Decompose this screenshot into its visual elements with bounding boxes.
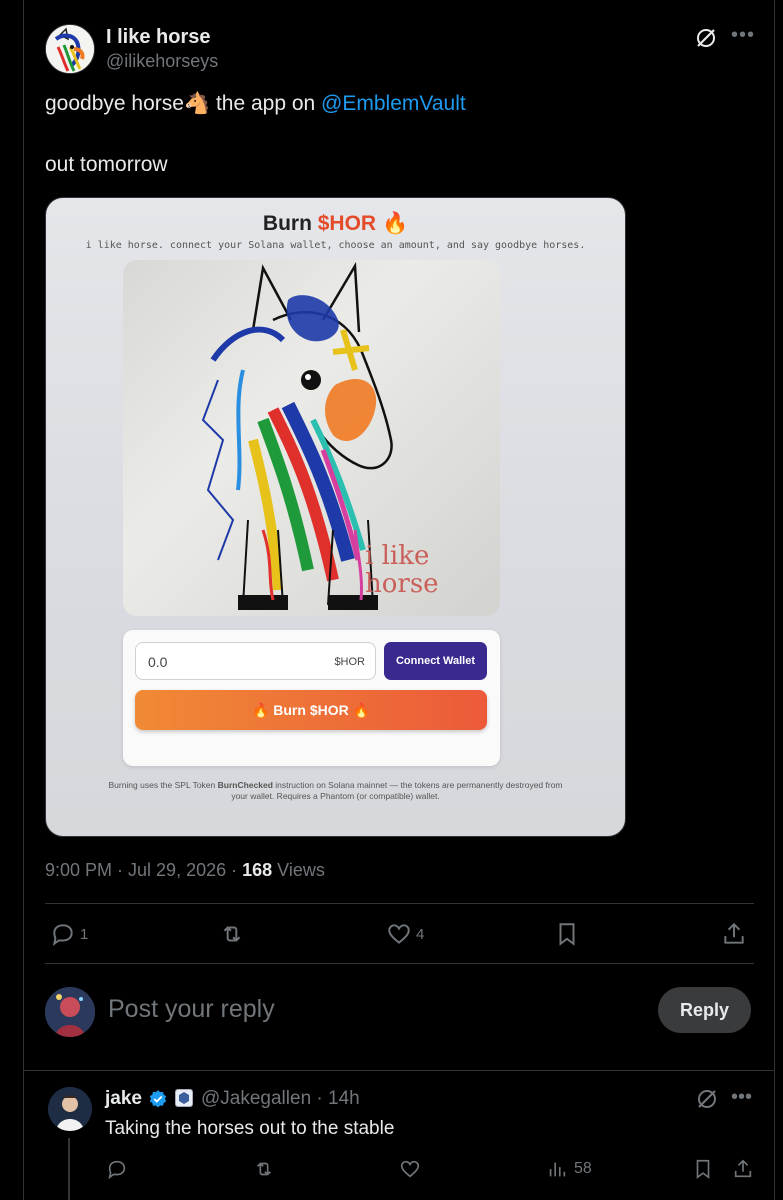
reply-separator xyxy=(23,1070,775,1071)
like-count: 4 xyxy=(416,925,425,943)
reply-share-action[interactable] xyxy=(732,1156,754,1182)
amount-value: 0.0 xyxy=(148,654,168,670)
author-avatar[interactable] xyxy=(45,24,95,74)
share-action[interactable] xyxy=(721,921,747,947)
fine-print-start: Burning uses the SPL Token xyxy=(108,780,218,790)
views-label: Views xyxy=(272,860,325,880)
affiliate-badge-icon xyxy=(175,1089,193,1107)
reply-repost-icon xyxy=(256,1162,272,1176)
reply-input[interactable]: Post your reply xyxy=(108,995,275,1024)
burn-title-token: $HOR xyxy=(317,212,377,235)
art-caption-line1: i like xyxy=(365,541,430,571)
reply-icon xyxy=(52,924,73,947)
reply-like-icon xyxy=(400,1160,420,1178)
reply-repost-action[interactable] xyxy=(253,1156,275,1182)
divider-top xyxy=(45,903,754,904)
views-icon xyxy=(549,1162,566,1177)
views-count: 168 xyxy=(242,860,273,880)
bookmark-action[interactable] xyxy=(554,921,580,947)
reply-text: Taking the horses out to the stable xyxy=(105,1118,395,1139)
like-action[interactable]: 4 xyxy=(386,921,424,947)
divider-bottom xyxy=(45,963,754,964)
post-text-start: goodbye horse xyxy=(45,92,184,115)
reply-views-count: 58 xyxy=(574,1160,592,1177)
bookmark-icon xyxy=(559,923,575,946)
post-media-image[interactable]: Burn $HOR 🔥 i like horse. connect your S… xyxy=(45,197,626,837)
fine-print-bold: BurnChecked xyxy=(217,780,273,790)
like-icon xyxy=(388,924,410,944)
horse-emoji: 🐴 xyxy=(183,92,211,115)
grok-icon[interactable] xyxy=(694,26,718,50)
reply-reply-icon xyxy=(108,1160,126,1180)
verified-icon xyxy=(149,1090,167,1108)
fine-print-end: instruction on Solana mainnet — the toke… xyxy=(231,780,563,801)
thread-line xyxy=(68,1138,70,1200)
reply-bookmark-action[interactable] xyxy=(692,1156,714,1182)
post-metadata: 9:00 PM · Jul 29, 2026 · 168 Views xyxy=(45,860,325,881)
post-text-line1: goodbye horse🐴 the app on @EmblemVault xyxy=(45,92,466,116)
burn-button[interactable]: 🔥 Burn $HOR 🔥 xyxy=(135,690,487,730)
repost-action[interactable] xyxy=(219,921,249,947)
current-user-avatar[interactable] xyxy=(45,987,95,1037)
reply-button[interactable]: Reply xyxy=(658,987,751,1033)
amount-unit: $HOR xyxy=(334,656,365,668)
reply-action[interactable]: 1 xyxy=(50,921,88,947)
reply-author-name[interactable]: jake xyxy=(105,1088,142,1110)
reply-author-handle[interactable]: @Jakegallen · 14h xyxy=(201,1088,360,1110)
reply-like-action[interactable] xyxy=(399,1156,421,1182)
post-timestamp[interactable]: 9:00 PM · Jul 29, 2026 · xyxy=(45,860,242,880)
post-text-middle: the app on xyxy=(210,92,322,115)
fire-emoji: 🔥 xyxy=(381,212,409,235)
fine-print: Burning uses the SPL Token BurnChecked i… xyxy=(106,780,565,802)
connect-wallet-button[interactable]: Connect Wallet xyxy=(384,642,487,680)
art-caption: i like horse xyxy=(365,542,439,598)
reply-bookmark-icon xyxy=(696,1159,710,1179)
reply-author-avatar[interactable] xyxy=(48,1087,92,1131)
author-name[interactable]: I like horse xyxy=(106,26,211,49)
reply-share-icon xyxy=(734,1159,752,1178)
reply-grok-icon[interactable] xyxy=(695,1087,719,1111)
post-text-line2: out tomorrow xyxy=(45,153,168,176)
repost-icon xyxy=(223,926,241,942)
reply-count: 1 xyxy=(80,925,89,943)
burn-title-prefix: Burn xyxy=(262,212,318,235)
share-icon xyxy=(724,922,744,944)
reply-more-icon[interactable]: ••• xyxy=(731,1086,752,1109)
burn-page-title: Burn $HOR 🔥 xyxy=(46,212,625,236)
reply-views-action[interactable]: 58 xyxy=(546,1156,592,1182)
author-handle[interactable]: @ilikehorseys xyxy=(106,51,218,72)
reply-reply-action[interactable] xyxy=(106,1156,128,1182)
burn-page-subtitle: i like horse. connect your Solana wallet… xyxy=(85,240,586,251)
art-caption-line2: horse xyxy=(365,569,439,599)
mention-link[interactable]: @EmblemVault xyxy=(321,92,466,115)
burn-panel: 0.0 $HOR Connect Wallet 🔥 Burn $HOR 🔥 xyxy=(123,630,500,766)
amount-input[interactable]: 0.0 $HOR xyxy=(135,642,376,680)
more-icon[interactable]: ••• xyxy=(731,24,755,47)
horse-drawing: i like horse xyxy=(123,260,500,616)
